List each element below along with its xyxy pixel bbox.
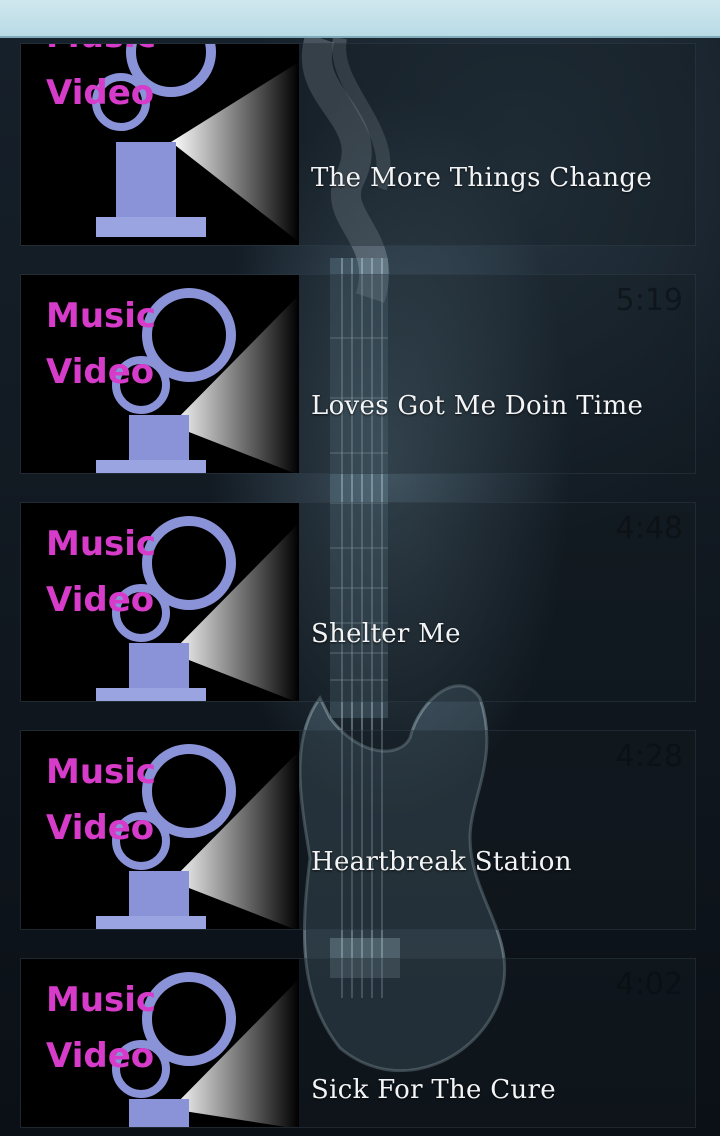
video-title: The More Things Change (311, 163, 653, 193)
thumb-text-video: Video (46, 580, 154, 620)
video-thumbnail: Music Video (21, 503, 299, 701)
video-thumbnail: Music Video (21, 44, 299, 245)
video-title: Loves Got Me Doin Time (311, 391, 644, 421)
thumb-text-video: Video (46, 1036, 154, 1076)
video-row[interactable]: Music Video 5:19 Loves Got Me Doin Time (20, 274, 696, 474)
thumb-text-music: Music (46, 980, 156, 1020)
video-thumbnail: Music Video (21, 275, 299, 473)
video-row[interactable]: Music Video 4:28 Heartbreak Station (20, 730, 696, 930)
video-title: Shelter Me (311, 619, 461, 649)
video-row[interactable]: Music Video The More Things Change (20, 43, 696, 246)
video-duration: 4:02 (615, 967, 683, 1002)
video-duration: 4:48 (615, 511, 683, 546)
video-thumbnail: Music Video (21, 731, 299, 929)
video-duration: 5:19 (615, 283, 683, 318)
thumb-text-music: Music (46, 524, 156, 564)
thumb-text-video: Video (46, 73, 154, 113)
video-row[interactable]: Music Video 4:48 Shelter Me (20, 502, 696, 702)
video-list: Music Video The More Things Change Music… (0, 0, 720, 1136)
video-row[interactable]: Music Video 4:02 Sick For The Cure (20, 958, 696, 1128)
video-duration: 4:28 (615, 739, 683, 774)
thumb-text-video: Video (46, 808, 154, 848)
thumb-text-video: Video (46, 352, 154, 392)
thumb-text-music: Music (46, 44, 156, 56)
video-thumbnail: Music Video (21, 959, 299, 1127)
thumb-text-music: Music (46, 296, 156, 336)
video-title: Heartbreak Station (311, 847, 572, 877)
thumb-text-music: Music (46, 752, 156, 792)
video-title: Sick For The Cure (311, 1075, 556, 1105)
